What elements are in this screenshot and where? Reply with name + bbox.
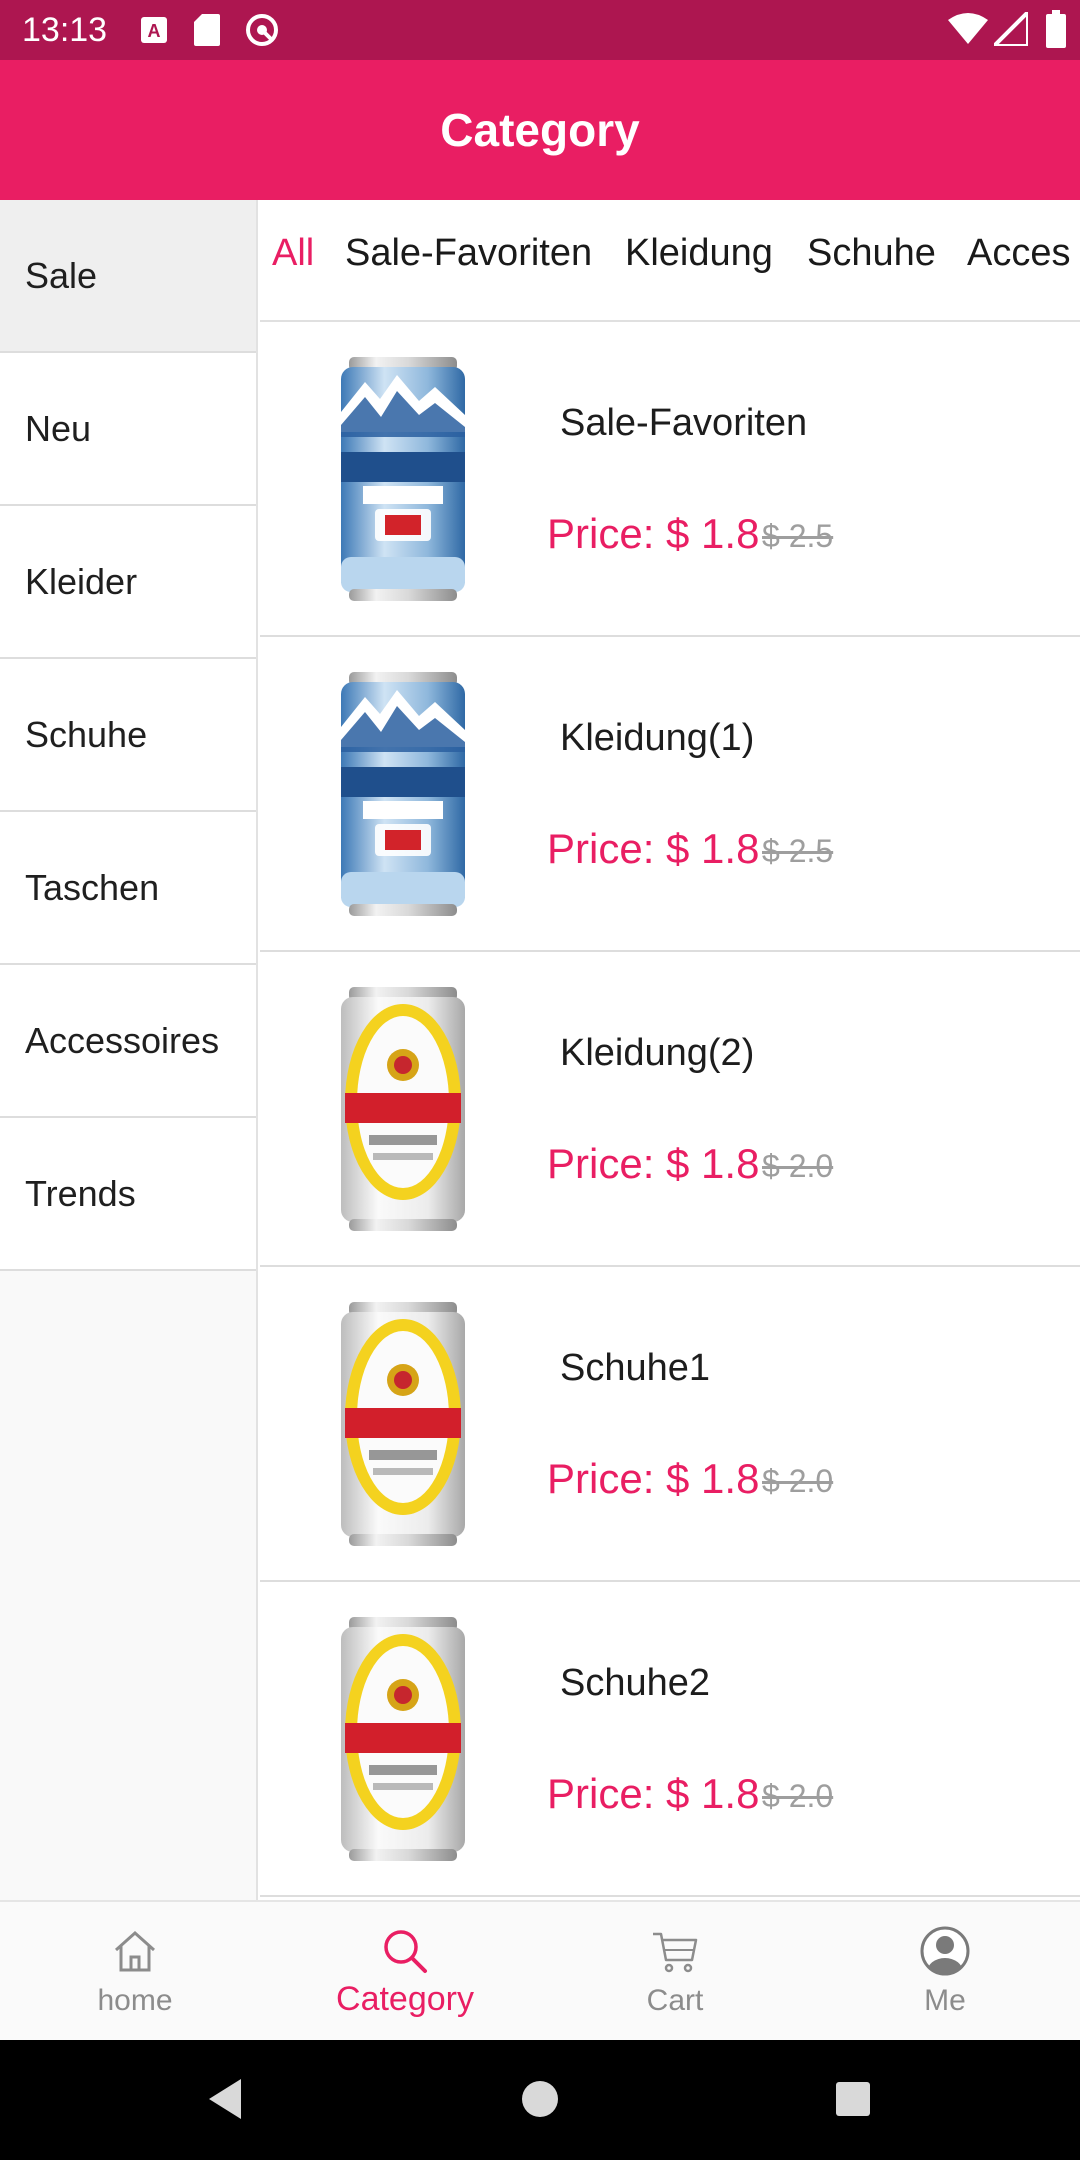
nav-label: Category xyxy=(336,1980,474,2018)
text-a-icon: A xyxy=(140,16,168,49)
product-item[interactable]: Kleidung(1) Price: $ 1.8 $ 2.5 xyxy=(260,637,1080,952)
nav-category[interactable]: Category xyxy=(270,1902,540,2042)
sd-card-icon xyxy=(194,14,220,51)
app-screen: 13:13 A Category Sale Neu Kleider Schuhe… xyxy=(0,0,1080,2160)
harbin-beer-can-image xyxy=(335,357,471,602)
tab-schuhe[interactable]: Schuhe xyxy=(807,228,936,278)
sidebar-item-trends[interactable]: Trends xyxy=(0,1118,256,1271)
sidebar-item-label: Neu xyxy=(25,407,92,449)
page-title: Category xyxy=(440,104,640,156)
home-circle-icon[interactable] xyxy=(520,2075,560,2123)
product-price: Price: $ 1.8 xyxy=(547,825,760,872)
cart-icon xyxy=(653,1932,698,1973)
category-sidebar: Sale Neu Kleider Schuhe Taschen Accessoi… xyxy=(0,200,258,1900)
home-icon xyxy=(114,1930,156,1972)
product-price: Price: $ 1.8 xyxy=(547,1455,760,1502)
sidebar-item-taschen[interactable]: Taschen xyxy=(0,812,256,965)
nav-home[interactable]: home xyxy=(0,1902,270,2042)
nav-label: home xyxy=(97,1984,173,2017)
product-name: Kleidung(2) xyxy=(560,1032,755,1074)
product-item[interactable]: Schuhe2 Price: $ 1.8 $ 2.0 xyxy=(260,1582,1080,1897)
status-time: 13:13 xyxy=(22,11,108,49)
sidebar-item-label: Schuhe xyxy=(25,713,148,755)
yanjing-beer-can-image xyxy=(335,1617,471,1862)
product-price: Price: $ 1.8 xyxy=(547,510,760,557)
product-item[interactable]: Kleidung(2) Price: $ 1.8 $ 2.0 xyxy=(260,952,1080,1267)
svg-text:A: A xyxy=(148,21,161,41)
product-name: Schuhe1 xyxy=(560,1347,711,1389)
product-name: Kleidung(1) xyxy=(560,717,755,759)
sidebar-item-sale[interactable]: Sale xyxy=(0,200,256,353)
product-name: Schuhe2 xyxy=(560,1662,711,1704)
tab-all[interactable]: All xyxy=(272,228,314,278)
nav-label: Cart xyxy=(646,1984,704,2017)
yanjing-beer-can-image xyxy=(335,1302,471,1547)
nav-cart[interactable]: Cart xyxy=(540,1902,810,2042)
bottom-navigation: home Category Cart Me xyxy=(0,1900,1080,2040)
product-old-price: $ 2.0 xyxy=(762,1463,834,1499)
product-price: Price: $ 1.8 xyxy=(547,1770,760,1817)
product-list: Sale-Favoriten Price: $ 1.8 $ 2.5 Kleidu… xyxy=(260,322,1080,1900)
search-icon xyxy=(384,1930,427,1973)
tab-kleidung[interactable]: Kleidung xyxy=(625,228,773,278)
product-name: Sale-Favoriten xyxy=(560,402,808,444)
back-icon[interactable] xyxy=(205,2075,245,2123)
product-price: Price: $ 1.8 xyxy=(547,1140,760,1187)
person-icon xyxy=(920,1926,970,1976)
harbin-beer-can-image xyxy=(335,672,471,917)
product-item[interactable]: Schuhe1 Price: $ 1.8 $ 2.0 xyxy=(260,1267,1080,1582)
nav-me[interactable]: Me xyxy=(810,1902,1080,2042)
product-old-price: $ 2.0 xyxy=(762,1148,834,1184)
yanjing-beer-can-image xyxy=(335,987,471,1232)
battery-icon xyxy=(1046,10,1066,53)
sidebar-item-neu[interactable]: Neu xyxy=(0,353,256,506)
recents-icon[interactable] xyxy=(833,2075,873,2123)
sync-circle-icon xyxy=(244,12,280,53)
signal-icon xyxy=(989,7,1030,51)
product-item[interactable]: Sale-Favoriten Price: $ 1.8 $ 2.5 xyxy=(260,322,1080,637)
sidebar-item-label: Sale xyxy=(25,254,98,296)
system-navigation-bar xyxy=(0,2040,1080,2160)
sidebar-item-kleider[interactable]: Kleider xyxy=(0,506,256,659)
sidebar-item-schuhe[interactable]: Schuhe xyxy=(0,659,256,812)
wifi-icon xyxy=(948,12,988,51)
app-bar: Category xyxy=(0,60,1080,200)
product-old-price: $ 2.5 xyxy=(762,518,834,554)
tab-accessoires[interactable]: Acces xyxy=(967,228,1070,278)
product-old-price: $ 2.5 xyxy=(762,833,834,869)
sidebar-item-label: Accessoires xyxy=(25,1019,220,1061)
nav-label: Me xyxy=(924,1984,966,2017)
sidebar-item-accessoires[interactable]: Accessoires xyxy=(0,965,256,1118)
status-bar: 13:13 A xyxy=(0,0,1080,60)
subcategory-tabs: All Sale-Favoriten Kleidung Schuhe Acces xyxy=(260,200,1080,322)
sidebar-item-label: Trends xyxy=(25,1172,136,1214)
sidebar-item-label: Taschen xyxy=(25,866,160,908)
tab-sale-favoriten[interactable]: Sale-Favoriten xyxy=(345,228,592,278)
product-old-price: $ 2.0 xyxy=(762,1778,834,1814)
sidebar-item-label: Kleider xyxy=(25,560,138,602)
